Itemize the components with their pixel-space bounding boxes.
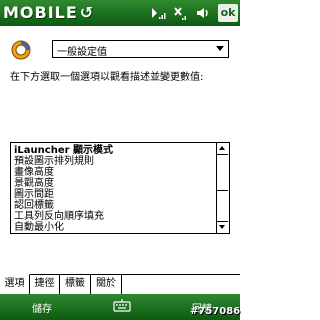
app-name: MOBILE bbox=[3, 3, 78, 22]
scroll-down-button[interactable] bbox=[217, 221, 228, 233]
save-softkey[interactable]: 儲存 bbox=[32, 300, 52, 315]
signal-icon[interactable] bbox=[150, 5, 166, 21]
chevron-down-icon bbox=[216, 46, 224, 51]
volume-icon[interactable] bbox=[195, 5, 211, 21]
keyboard-icon[interactable] bbox=[113, 298, 131, 314]
tab-strip: 選項 捷徑 標籤 關於 bbox=[0, 274, 240, 295]
instruction-text: 在下方選取一個選項以觀看描述並變更數值: bbox=[10, 72, 204, 83]
title-bar: MOBILE ↺ ok bbox=[0, 0, 240, 26]
options-list[interactable]: iLauncher 顯示模式 預設圖示排列規則 畫像高度 景觀高度 圖示間距 認… bbox=[10, 142, 230, 234]
list-item[interactable]: 自動最小化 bbox=[14, 222, 64, 233]
watermark-text: #757086 bbox=[190, 306, 241, 317]
scroll-up-button[interactable] bbox=[217, 143, 228, 155]
tab-shortcuts[interactable]: 捷徑 bbox=[30, 275, 60, 294]
list-scrollbar[interactable] bbox=[216, 143, 229, 233]
network-off-icon[interactable] bbox=[172, 5, 188, 21]
arrow-down-icon bbox=[219, 225, 225, 229]
logo-e-mark: ↺ bbox=[79, 3, 95, 22]
selected-value: 一般設定值 bbox=[57, 47, 107, 58]
ok-button[interactable]: ok bbox=[218, 4, 238, 22]
tab-options[interactable]: 選項 bbox=[0, 274, 30, 294]
tab-labels[interactable]: 標籤 bbox=[60, 275, 91, 294]
app-logo: MOBILE ↺ bbox=[3, 3, 111, 23]
settings-icon bbox=[11, 40, 31, 60]
tab-about[interactable]: 關於 bbox=[91, 275, 122, 294]
scroll-thumb[interactable] bbox=[217, 155, 228, 191]
settings-category-select[interactable]: 一般設定值 bbox=[52, 40, 229, 58]
arrow-up-icon bbox=[219, 146, 225, 150]
